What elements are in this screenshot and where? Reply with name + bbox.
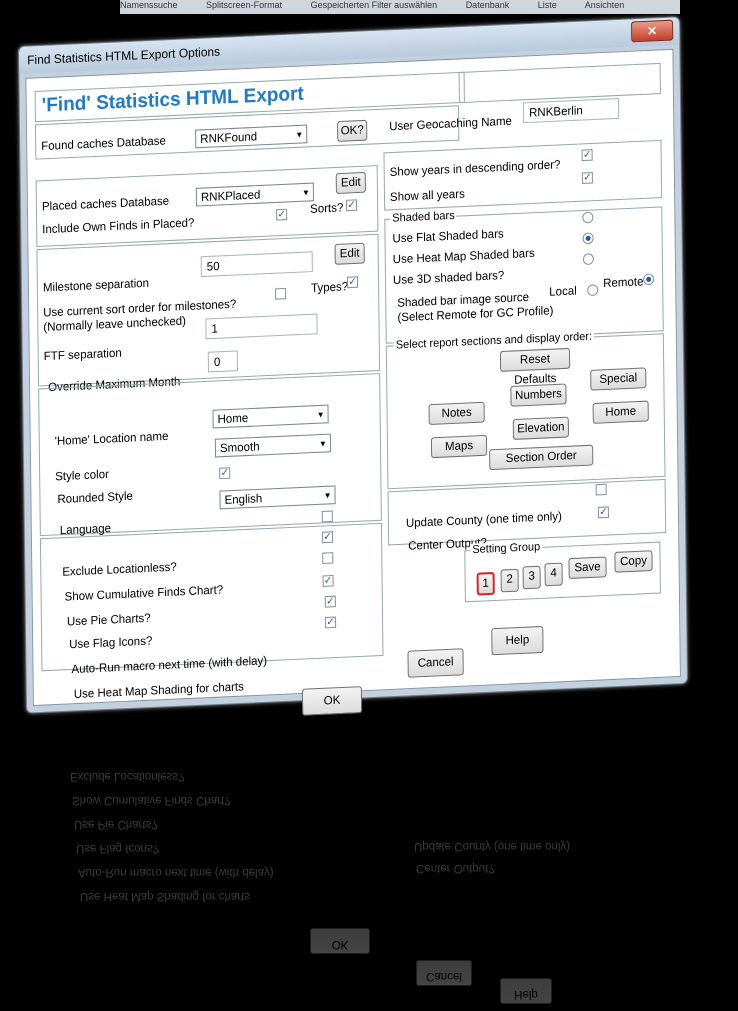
max-month-input[interactable]: 0 <box>207 350 239 373</box>
reflection-label: Center Output? <box>416 862 495 874</box>
reset-defaults-button[interactable]: Reset Defaults <box>499 347 571 387</box>
reflection-image: OK Cancel Help Use Heat Map Shading for … <box>40 660 700 1011</box>
milestone-edit-button[interactable]: Edit <box>334 242 365 265</box>
language-value: English <box>224 492 263 508</box>
section-elevation-button[interactable]: Elevation <box>512 416 569 440</box>
placed-db-value: RNKPlaced <box>200 189 261 205</box>
section-home-button[interactable]: Home <box>592 400 649 424</box>
language-checkbox[interactable] <box>321 510 333 523</box>
chevron-down-icon: ▼ <box>295 129 304 140</box>
section-notes-button[interactable]: Notes <box>428 401 485 426</box>
chevron-down-icon: ▼ <box>316 409 325 420</box>
reflection-label: Exclude Locationless? <box>70 770 185 782</box>
user-name-input[interactable]: RNKBerlin <box>522 98 620 124</box>
help-button[interactable]: Help <box>491 625 544 656</box>
local-label: Local <box>549 285 577 299</box>
screen: Namenssuche Splitscreen-Format Gespeiche… <box>0 0 738 1011</box>
reflection-label: Use Heat Map Shading for charts <box>80 890 251 902</box>
bg-menu-item: Splitscreen-Format <box>206 0 283 10</box>
setting-copy-button[interactable]: Copy <box>614 550 653 573</box>
section-special-button[interactable]: Special <box>590 367 647 391</box>
found-ok-button[interactable]: OK? <box>337 119 368 142</box>
reflection-ok-button: OK <box>310 928 370 954</box>
found-db-value: RNKFound <box>200 130 258 147</box>
setting-group-1-button[interactable]: 1 <box>476 571 495 596</box>
bg-menu-item: Liste <box>537 0 557 10</box>
types-checkbox[interactable]: ✓ <box>346 276 359 289</box>
milestone-sort-checkbox[interactable] <box>275 287 287 300</box>
chevron-down-icon: ▼ <box>301 187 310 198</box>
bg-menu-item: Gespeicherten Filter auswählen <box>310 0 438 10</box>
setting-group-3-button[interactable]: 3 <box>522 565 541 590</box>
rounded-style-checkbox[interactable]: ✓ <box>219 467 231 480</box>
chevron-down-icon: ▼ <box>323 490 332 501</box>
dialog-reflection: OK Cancel Help Use Heat Map Shading for … <box>0 660 738 1011</box>
reflection-label: Use Pie Charts? <box>74 818 158 830</box>
cumulative-chart-checkbox[interactable] <box>322 552 334 565</box>
exclude-locationless-checkbox[interactable]: ✓ <box>321 531 334 544</box>
sorts-label: Sorts? <box>310 202 344 216</box>
heading-panel <box>458 62 661 104</box>
window-title: Find Statistics HTML Export Options <box>27 44 221 68</box>
reflection-label: Update County (one time only) <box>414 840 570 852</box>
reflection-cancel-button: Cancel <box>416 960 472 986</box>
setting-save-button[interactable]: Save <box>568 556 607 579</box>
close-button[interactable]: ✕ <box>631 19 674 43</box>
style-color-value: Smooth <box>219 440 260 456</box>
reflection-help-button: Help <box>500 978 552 1004</box>
update-county-checkbox[interactable] <box>595 483 607 496</box>
background-menubar: Namenssuche Splitscreen-Format Gespeiche… <box>120 0 680 14</box>
placed-edit-button[interactable]: Edit <box>335 171 366 195</box>
bg-menu-item: Datenbank <box>465 0 510 10</box>
types-label: Types? <box>310 280 349 296</box>
include-own-checkbox[interactable]: ✓ <box>276 208 288 221</box>
section-numbers-button[interactable]: Numbers <box>510 383 567 407</box>
export-options-dialog: Find Statistics HTML Export Options ✕ 'F… <box>18 16 689 716</box>
bg-menu-item: Ansichten <box>584 0 625 10</box>
remote-label: Remote <box>603 275 644 291</box>
dialog-body: 'Find' Statistics HTML Export Found cach… <box>25 48 681 716</box>
flag-icons-checkbox[interactable]: ✓ <box>324 595 336 608</box>
center-output-checkbox[interactable]: ✓ <box>597 506 609 519</box>
style-color-label: Style color <box>55 468 109 484</box>
chevron-down-icon: ▼ <box>318 438 327 449</box>
setting-group-4-button[interactable]: 4 <box>544 562 563 587</box>
section-maps-button[interactable]: Maps <box>430 434 488 459</box>
bg-menu-item: Namenssuche <box>120 0 178 10</box>
home-location-value: Home <box>217 412 249 427</box>
sorts-checkbox[interactable]: ✓ <box>346 199 358 212</box>
autorun-checkbox[interactable]: ✓ <box>325 616 337 629</box>
years-desc-checkbox[interactable]: ✓ <box>581 149 593 162</box>
years-all-checkbox[interactable]: ✓ <box>581 172 593 184</box>
reflection-label: Use Flag Icons? <box>76 842 160 854</box>
reflection-label: Show Cumulative Finds Chart? <box>72 794 231 806</box>
setting-group-2-button[interactable]: 2 <box>500 568 519 593</box>
reflection-label: Auto-Run macro next time (with delay) <box>78 866 274 878</box>
pie-charts-checkbox[interactable]: ✓ <box>322 574 334 587</box>
